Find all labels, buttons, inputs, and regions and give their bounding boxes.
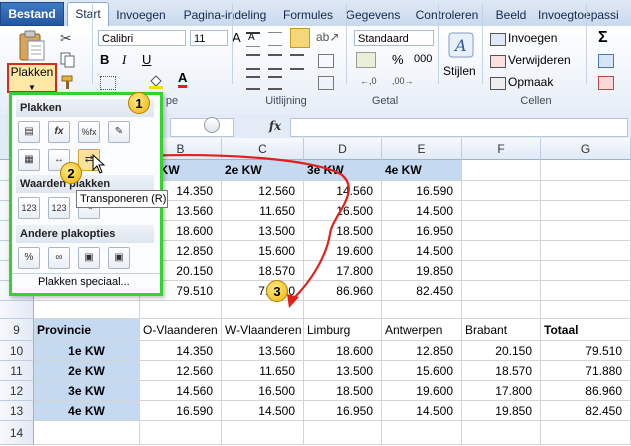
paste-icon[interactable]: ▤ — [18, 121, 40, 143]
paste-formulas-number-format-icon[interactable]: %fx — [78, 121, 100, 143]
paste-formatting-icon[interactable]: % — [18, 247, 40, 269]
transpose-tooltip: Transponeren (R) — [76, 190, 168, 208]
paste-picture-icon[interactable]: ▣ — [78, 247, 100, 269]
paste-formulas-icon[interactable]: fx — [48, 121, 70, 143]
paste-values-icon[interactable]: 123 — [18, 197, 40, 219]
no-borders-icon[interactable]: ▦ — [18, 149, 40, 171]
paste-special-item[interactable]: Plakken speciaal... — [38, 276, 130, 288]
linked-picture-icon[interactable]: ▣ — [108, 247, 130, 269]
section-other-heading: Andere plakopties — [16, 225, 154, 243]
menu-divider — [12, 273, 160, 274]
step-badge-1: 1 — [128, 92, 150, 114]
keep-source-formatting-icon[interactable]: ✎ — [108, 121, 130, 143]
step-badge-2: 2 — [60, 162, 82, 184]
step-badge-3: 3 — [266, 280, 288, 302]
mouse-cursor-icon — [92, 153, 106, 174]
paste-link-icon[interactable]: ∞ — [48, 247, 70, 269]
values-number-format-icon[interactable]: 123 — [48, 197, 70, 219]
